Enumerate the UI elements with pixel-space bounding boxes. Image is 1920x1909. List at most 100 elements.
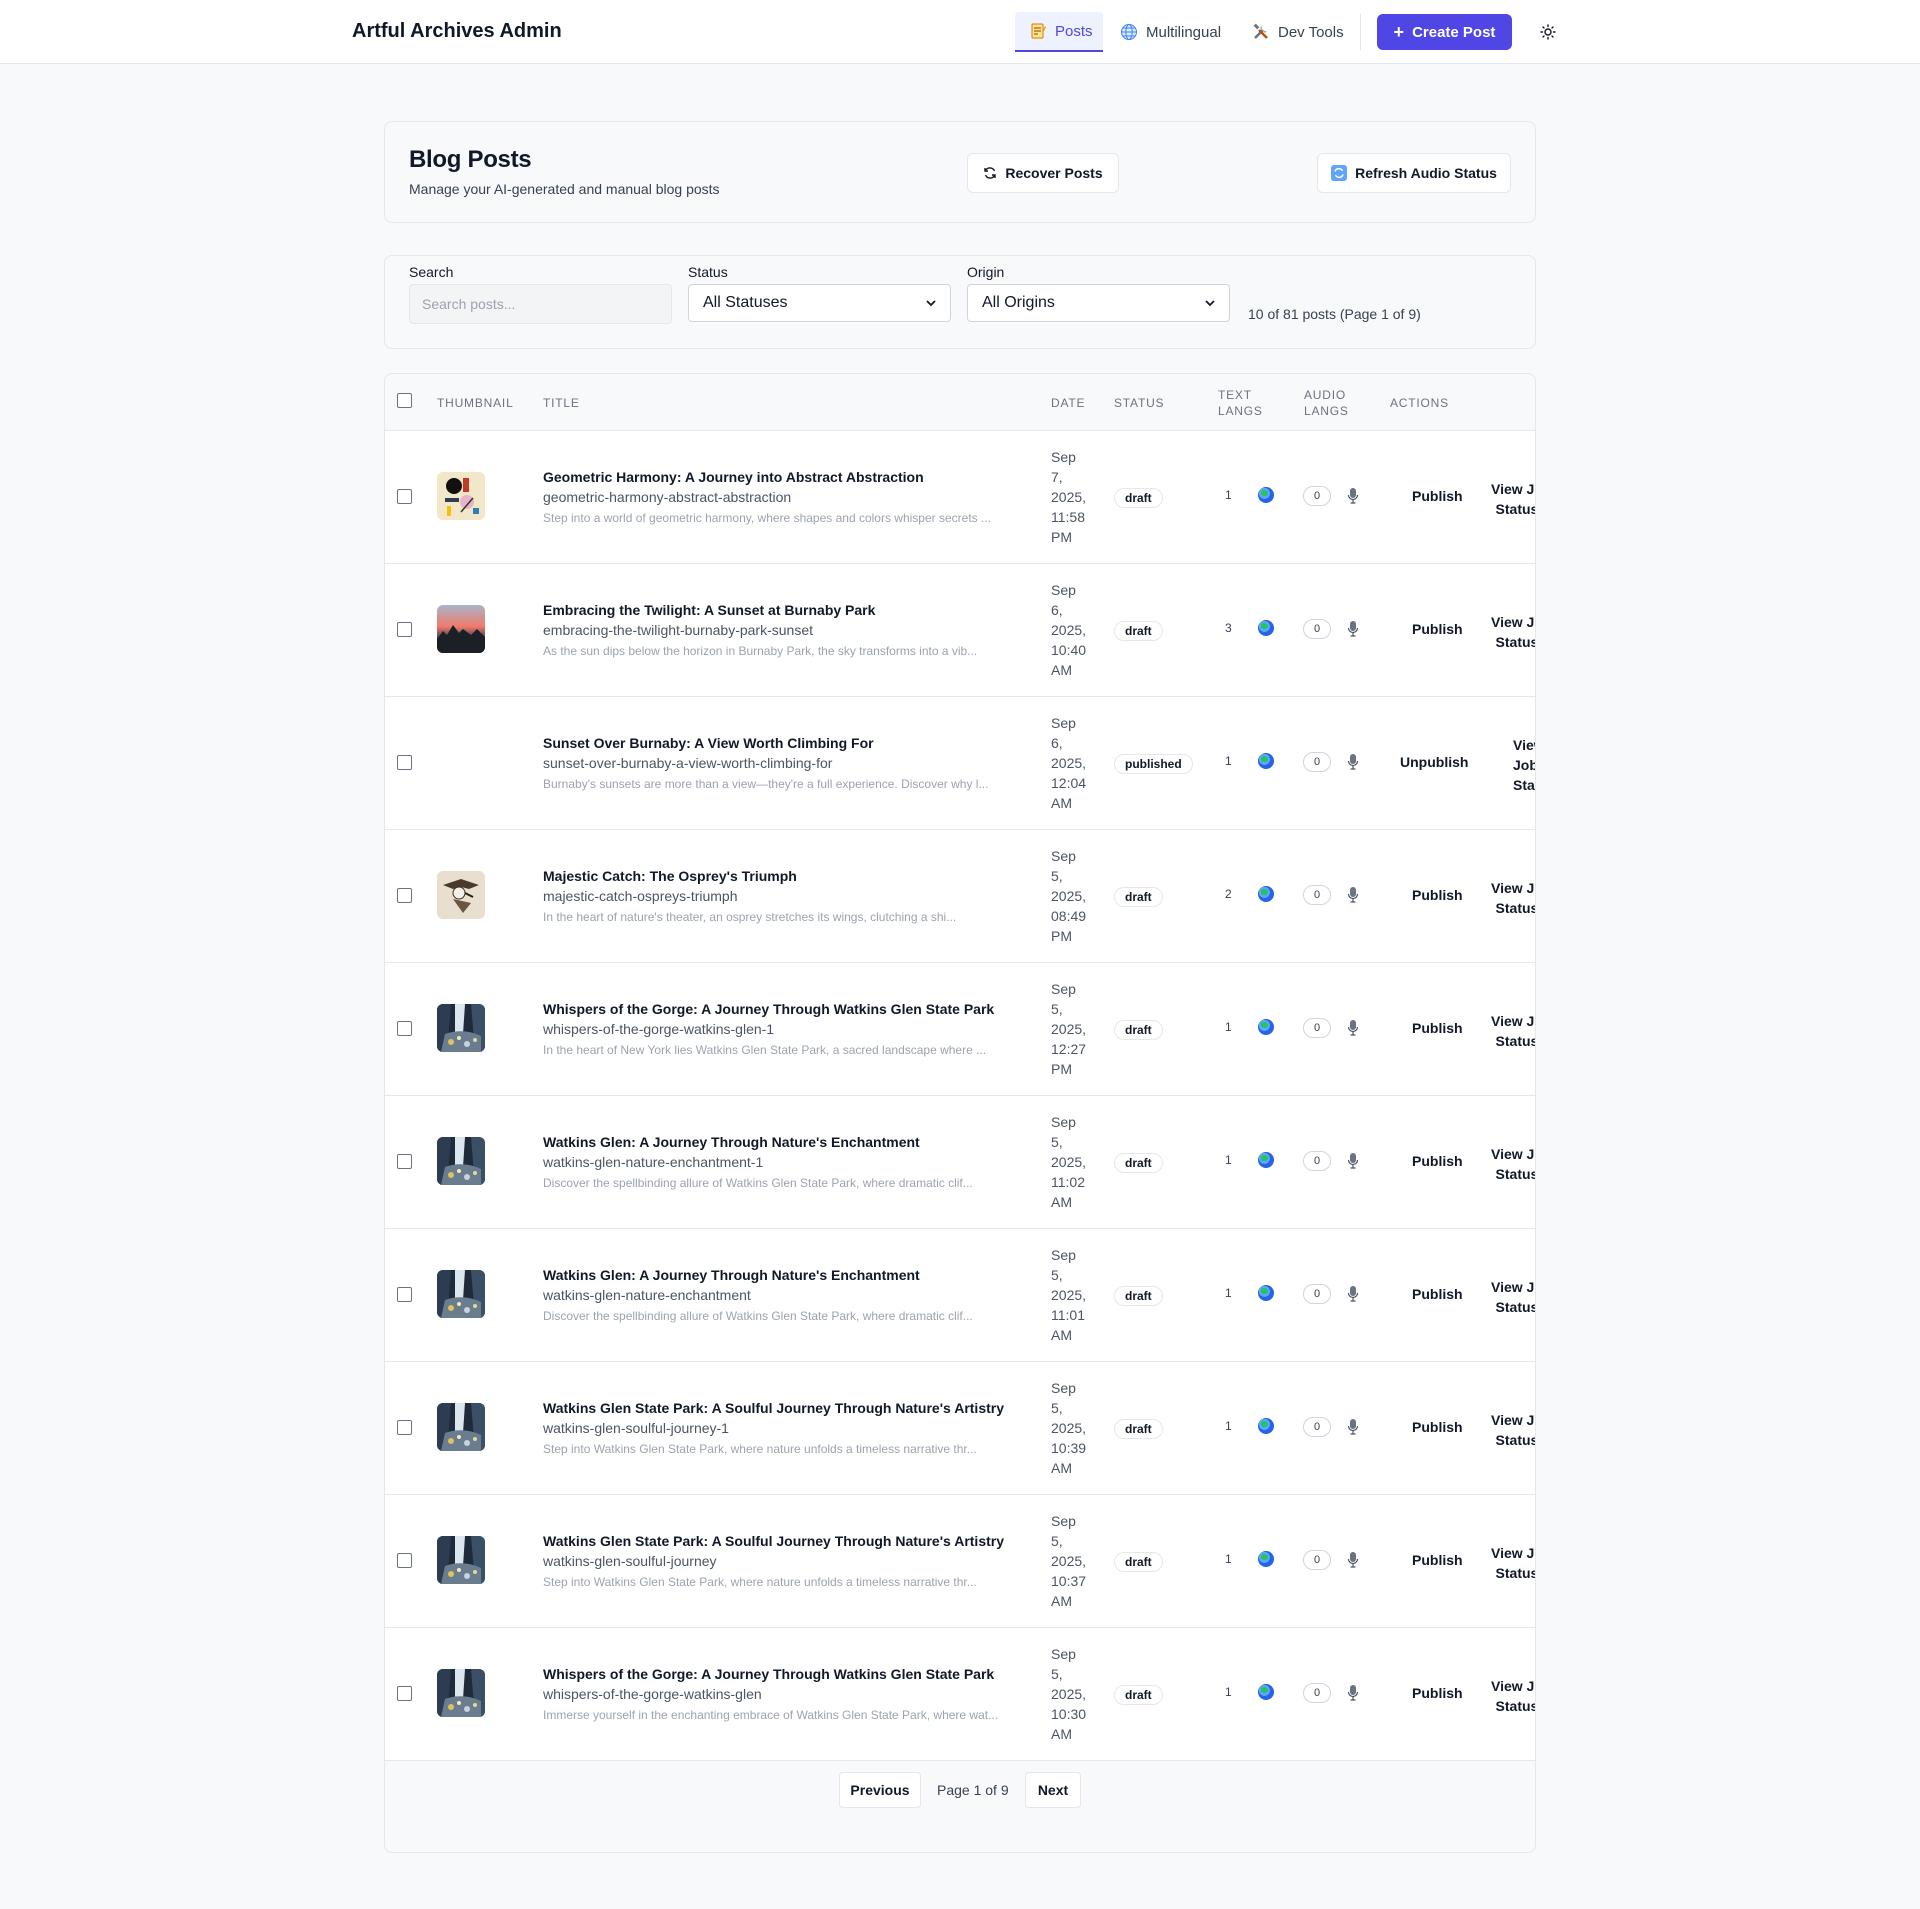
view-job-status-button[interactable]: View Jo Status [1491, 1543, 1535, 1583]
microphone-icon [1347, 1685, 1359, 1701]
faded-button[interactable] [1137, 153, 1297, 193]
post-thumbnail[interactable] [437, 1270, 485, 1318]
post-thumbnail[interactable] [437, 1403, 485, 1451]
post-thumbnail[interactable] [437, 871, 485, 919]
theme-toggle-button[interactable] [1536, 20, 1560, 44]
nav-posts[interactable]: Posts [1015, 12, 1103, 52]
status-badge: draft [1114, 1552, 1163, 1572]
row-checkbox[interactable] [397, 755, 412, 770]
row-checkbox[interactable] [397, 1420, 412, 1435]
table-row[interactable]: Watkins Glen State Park: A Soulful Journ… [385, 1362, 1535, 1495]
row-checkbox[interactable] [397, 1686, 412, 1701]
publish-toggle-button[interactable]: Publish [1412, 1685, 1463, 1701]
post-thumbnail[interactable] [437, 472, 485, 520]
view-job-status-button[interactable]: View Jo Status [1491, 479, 1535, 519]
publish-toggle-button[interactable]: Publish [1412, 621, 1463, 637]
globe-icon [1258, 1019, 1274, 1035]
post-title[interactable]: Whispers of the Gorge: A Journey Through… [543, 1666, 994, 1682]
audio-langs-count: 0 [1303, 1683, 1331, 1703]
nav-dev-tools[interactable]: Dev Tools [1238, 12, 1358, 52]
publish-toggle-button[interactable]: Unpublish [1400, 754, 1468, 770]
post-title[interactable]: Watkins Glen: A Journey Through Nature's… [543, 1134, 920, 1150]
app-brand[interactable]: Artful Archives Admin [352, 20, 562, 43]
view-job-status-button[interactable]: View Jo Status [1491, 1410, 1535, 1450]
post-date-part: 12:27 [1051, 1041, 1087, 1057]
post-thumbnail[interactable] [437, 605, 485, 653]
publish-toggle-button[interactable]: Publish [1412, 1552, 1463, 1568]
publish-toggle-button[interactable]: Publish [1412, 1419, 1463, 1435]
microphone-icon [1347, 887, 1359, 903]
refresh-audio-status-label: Refresh Audio Status [1355, 165, 1497, 181]
audio-langs-count: 0 [1303, 1151, 1331, 1171]
post-title[interactable]: Majestic Catch: The Osprey's Triumph [543, 868, 797, 884]
post-date: Sep 5, 2025, 10:37 AM [1051, 1511, 1095, 1611]
post-slug: majestic-catch-ospreys-triumph [543, 888, 738, 904]
post-title[interactable]: Watkins Glen: A Journey Through Nature's… [543, 1267, 920, 1283]
post-thumbnail[interactable] [437, 1137, 485, 1185]
post-excerpt: Burnaby's sunsets are more than a view—t… [543, 777, 989, 791]
table-row[interactable]: Whispers of the Gorge: A Journey Through… [385, 1628, 1535, 1761]
row-checkbox[interactable] [397, 489, 412, 504]
view-job-status-button[interactable]: View Jo Status [1491, 1144, 1535, 1184]
row-checkbox[interactable] [397, 1287, 412, 1302]
publish-toggle-button[interactable]: Publish [1412, 1153, 1463, 1169]
status-badge: draft [1114, 621, 1163, 641]
create-post-button[interactable]: + Create Post [1377, 14, 1512, 50]
previous-page-button[interactable]: Previous [839, 1772, 921, 1808]
status-badge: draft [1114, 1419, 1163, 1439]
post-date-part: 11:01 [1051, 1307, 1085, 1323]
post-title[interactable]: Embracing the Twilight: A Sunset at Burn… [543, 602, 875, 618]
post-thumbnail[interactable] [437, 1669, 485, 1717]
nav-multilingual[interactable]: Multilingual [1106, 12, 1235, 52]
view-job-status-button[interactable]: View Jo Status [1491, 1277, 1535, 1317]
post-thumbnail[interactable] [437, 1536, 485, 1584]
origin-filter-select[interactable]: All Origins [967, 284, 1230, 322]
view-job-status-button[interactable]: View Jo Status [1491, 1676, 1535, 1716]
search-input[interactable] [409, 284, 672, 324]
publish-toggle-button[interactable]: Publish [1412, 1286, 1463, 1302]
post-title[interactable]: Geometric Harmony: A Journey into Abstra… [543, 469, 924, 485]
table-row[interactable]: Whispers of the Gorge: A Journey Through… [385, 963, 1535, 1096]
status-filter-select[interactable]: All Statuses [688, 284, 951, 322]
next-page-button[interactable]: Next [1025, 1772, 1081, 1808]
table-row[interactable]: Sunset Over Burnaby: A View Worth Climbi… [385, 697, 1535, 830]
post-slug: watkins-glen-soulful-journey-1 [543, 1420, 729, 1436]
post-title[interactable]: Sunset Over Burnaby: A View Worth Climbi… [543, 735, 874, 751]
post-thumbnail[interactable] [437, 738, 485, 786]
table-row[interactable]: Watkins Glen: A Journey Through Nature's… [385, 1229, 1535, 1362]
publish-toggle-button[interactable]: Publish [1412, 1020, 1463, 1036]
table-row[interactable]: Majestic Catch: The Osprey's Triumph maj… [385, 830, 1536, 963]
view-job-status-button[interactable]: View Jo Status [1491, 1011, 1535, 1051]
table-row[interactable]: Watkins Glen State Park: A Soulful Journ… [385, 1495, 1535, 1628]
column-header-status[interactable]: STATUS [1114, 395, 1164, 411]
table-row[interactable]: Watkins Glen: A Journey Through Nature's… [385, 1096, 1535, 1229]
table-row[interactable]: Geometric Harmony: A Journey into Abstra… [385, 431, 1535, 564]
microphone-icon [1347, 1552, 1359, 1568]
view-job-status-button[interactable]: View Jo Status [1491, 612, 1535, 652]
view-job-status-text: Status [1495, 900, 1536, 916]
row-checkbox[interactable] [397, 1553, 412, 1568]
post-date-part: Sep [1051, 1114, 1076, 1130]
column-header-date[interactable]: DATE [1051, 395, 1085, 411]
row-checkbox[interactable] [397, 1021, 412, 1036]
publish-toggle-button[interactable]: Publish [1412, 488, 1463, 504]
row-checkbox[interactable] [397, 1154, 412, 1169]
post-thumbnail[interactable] [437, 1004, 485, 1052]
post-date-part: 11:58 [1051, 509, 1085, 525]
post-title[interactable]: Watkins Glen State Park: A Soulful Journ… [543, 1533, 1004, 1549]
publish-toggle-button[interactable]: Publish [1412, 887, 1463, 903]
refresh-audio-status-button[interactable]: Refresh Audio Status [1317, 153, 1511, 193]
post-title[interactable]: Whispers of the Gorge: A Journey Through… [543, 1001, 994, 1017]
column-header-title[interactable]: TITLE [543, 395, 580, 411]
view-job-status-button[interactable]: View Job Statu [1513, 735, 1535, 795]
row-checkbox[interactable] [397, 622, 412, 637]
post-date-part: Sep [1051, 981, 1076, 997]
post-date-part: 7, [1051, 469, 1063, 485]
row-checkbox[interactable] [397, 888, 412, 903]
view-job-status-button[interactable]: View Jo Status [1491, 878, 1536, 918]
post-title[interactable]: Watkins Glen State Park: A Soulful Journ… [543, 1400, 1004, 1416]
post-excerpt: Step into Watkins Glen State Park, where… [543, 1575, 977, 1589]
select-all-checkbox[interactable] [397, 393, 412, 408]
recover-posts-button[interactable]: Recover Posts [967, 153, 1119, 193]
table-row[interactable]: Embracing the Twilight: A Sunset at Burn… [385, 564, 1535, 697]
